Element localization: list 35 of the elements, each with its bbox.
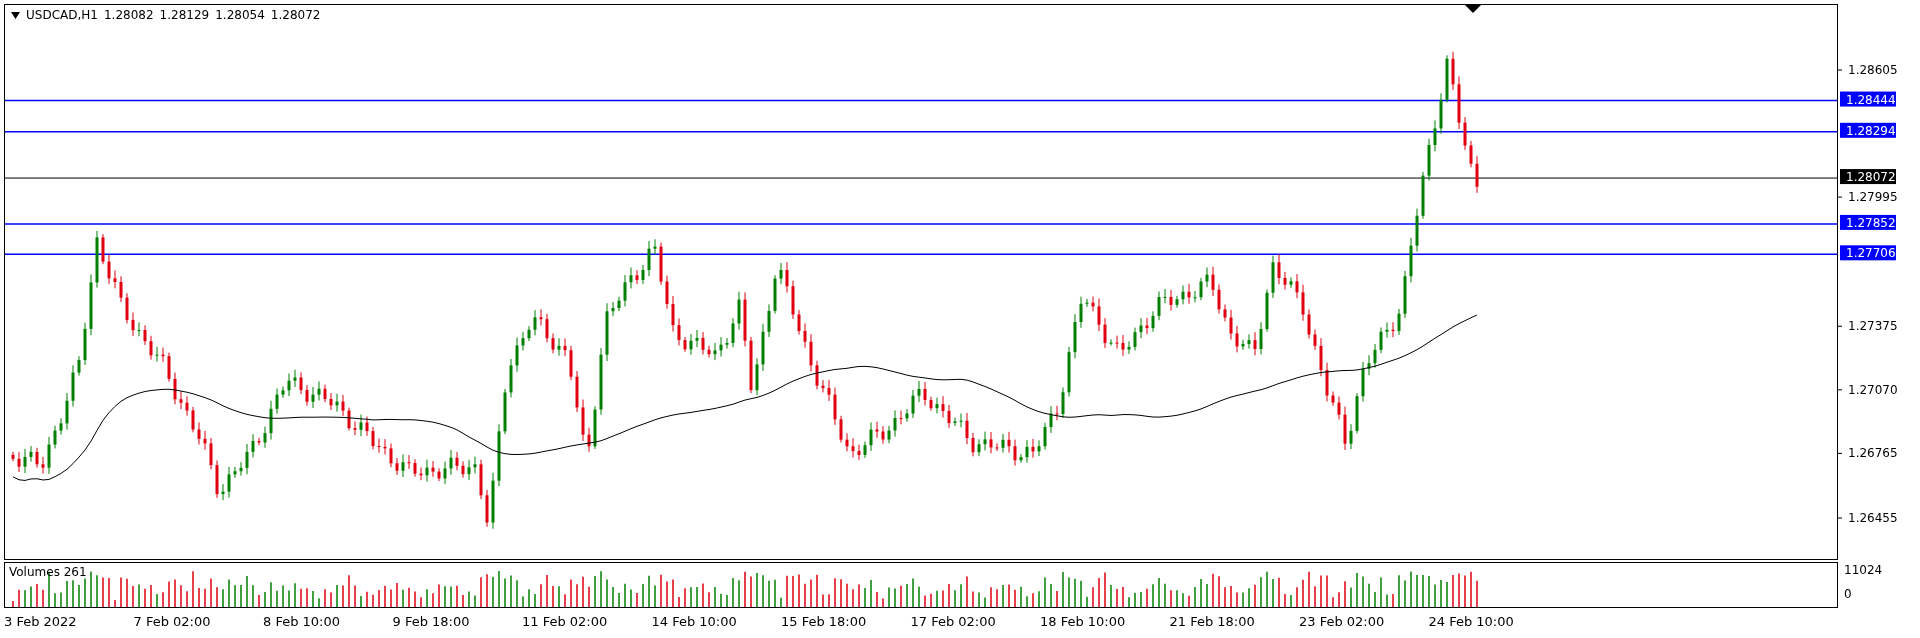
volumes-label: Volumes 261 (9, 565, 87, 579)
time-axis-label: 17 Feb 02:00 (910, 614, 996, 629)
price-level-tag: 1.27852 (1840, 214, 1896, 230)
price-tick-label: 1.26455 (1848, 511, 1898, 525)
price-tick-label: 1.27375 (1848, 319, 1898, 334)
dropdown-triangle-icon[interactable] (11, 11, 20, 19)
symbol-label: USDCAD,H1 (26, 8, 98, 22)
time-axis-label: 8 Feb 10:00 (263, 614, 341, 629)
price-level-tag: 1.28072 (1840, 169, 1896, 185)
time-axis-label: 15 Feb 18:00 (781, 614, 867, 629)
shift-marker-icon[interactable] (1465, 5, 1481, 13)
ohlc-value: 1.28082 (103, 8, 154, 22)
time-axis-label: 7 Feb 02:00 (133, 614, 211, 629)
time-axis-label: 14 Feb 10:00 (651, 614, 737, 629)
price-level-tag: 1.27706 (1840, 245, 1896, 261)
time-axis-label: 9 Feb 18:00 (392, 614, 470, 629)
time-axis-label: 3 Feb 2022 (4, 614, 77, 629)
volume-tick-label: 0 (1844, 587, 1852, 601)
time-axis-label: 11 Feb 02:00 (522, 614, 608, 629)
horizontal-level-line[interactable] (5, 253, 1837, 256)
time-axis-label: 21 Feb 18:00 (1169, 614, 1255, 629)
price-level-tag: 1.28294 (1840, 122, 1896, 138)
horizontal-level-line[interactable] (5, 99, 1837, 102)
price-level-tag: 1.28444 (1840, 91, 1896, 107)
time-axis-label: 23 Feb 02:00 (1299, 614, 1385, 629)
time-axis-label: 18 Feb 10:00 (1040, 614, 1126, 629)
ohlc-value: 1.28054 (215, 8, 265, 22)
time-axis-label: 24 Feb 10:00 (1428, 614, 1514, 629)
price-tick-label: 1.26765 (1848, 446, 1898, 461)
ohlc-value: 1.28072 (270, 8, 321, 22)
price-tick-label: 1.28605 (1848, 63, 1898, 77)
volume-tick-label: 11024 (1844, 563, 1883, 577)
price-tick-label: 1.27995 (1848, 190, 1898, 205)
ohlc-value: 1.28129 (159, 8, 210, 22)
price-tick-label: 1.27070 (1848, 382, 1898, 397)
